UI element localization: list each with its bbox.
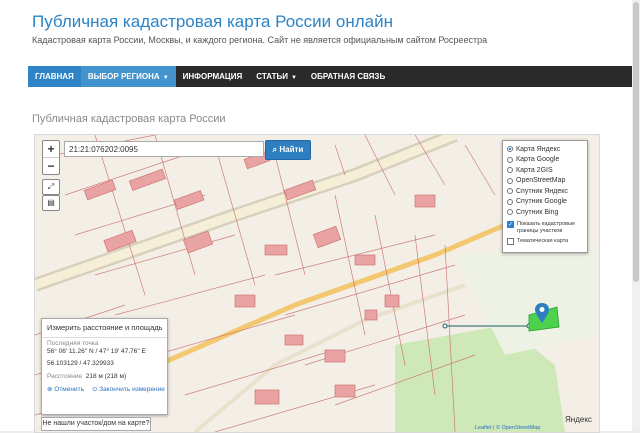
cadastral-map[interactable]: + − ⤢ ▤ 21:21:076202:0095 ⌕ Найти Карта … (34, 134, 600, 433)
search-icon: ⌕ (272, 145, 278, 154)
map-attribution[interactable]: Leaflet | © OpenStreetMap (475, 425, 540, 431)
nav-articles[interactable]: СТАТЬИ ▼ (249, 66, 304, 87)
layer-switcher: Карта Яндекс Карта Google Карта 2GIS Ope… (502, 140, 588, 253)
nav-region[interactable]: ВЫБОР РЕГИОНА ▼ (80, 66, 176, 87)
radio-icon (507, 209, 513, 216)
measure-panel: Измерить расстояние и площадь Последняя … (41, 318, 168, 415)
page-scrollbar[interactable] (632, 0, 640, 431)
layer-label: Спутник Яндекс (516, 187, 568, 195)
radio-icon (507, 188, 513, 195)
location-pin-icon[interactable] (535, 303, 549, 323)
page: Публичная кадастровая карта России онлай… (0, 0, 632, 433)
radio-icon (507, 198, 513, 205)
zoom-out-button[interactable]: − (43, 158, 59, 174)
nav-articles-label: СТАТЬИ (256, 72, 288, 81)
cancel-measure-button[interactable]: ⊗ Отменить (47, 385, 84, 393)
layer-google-sat[interactable]: Спутник Google (507, 197, 583, 208)
nav-info-label: ИНФОРМАЦИЯ (182, 72, 243, 81)
site-subtitle: Кадастровая карта России, Москвы, и кажд… (32, 35, 488, 45)
check-icon: ⊙ (91, 386, 98, 393)
nav-region-label: ВЫБОР РЕГИОНА (87, 72, 160, 81)
layer-label: Спутник Google (516, 198, 567, 206)
section-title: Публичная кадастровая карта России (32, 113, 226, 125)
main-navbar: ГЛАВНАЯ ВЫБОР РЕГИОНА ▼ ИНФОРМАЦИЯ СТАТЬИ… (28, 66, 632, 87)
site-title[interactable]: Публичная кадастровая карта России онлай… (32, 12, 393, 32)
checkbox-icon (507, 237, 514, 245)
cadastral-borders-label: Показать кадастровые границы участков (517, 220, 576, 234)
cancel-label: Отменить (54, 386, 84, 393)
provider-logo: Яндекс (565, 415, 592, 424)
layer-yandex-sat[interactable]: Спутник Яндекс (507, 186, 583, 197)
nav-info[interactable]: ИНФОРМАЦИЯ (176, 66, 250, 87)
nav-feedback-label: ОБРАТНАЯ СВЯЗЬ (310, 72, 386, 81)
layer-google-map[interactable]: Карта Google (507, 155, 583, 166)
radio-icon (507, 167, 513, 174)
layer-bing-sat[interactable]: Спутник Bing (507, 207, 583, 218)
cancel-icon: ⊗ (47, 386, 53, 393)
measure-actions: ⊗ Отменить ⊙ Закончить измерение (42, 381, 167, 393)
nav-feedback[interactable]: ОБРАТНАЯ СВЯЗЬ (304, 66, 392, 87)
distance-row: Расстояние 218 м (218 м) (42, 372, 167, 381)
search-button-label: Найти (279, 145, 304, 154)
chevron-down-icon: ▼ (290, 75, 297, 81)
thematic-map-toggle[interactable]: Тематическая карта (507, 237, 583, 245)
layer-label: Карта Яндекс (516, 145, 561, 153)
distance-label: Расстояние (47, 373, 83, 380)
search-input[interactable]: 21:21:076202:0095 (64, 141, 264, 157)
zoom-controls: + − (42, 140, 60, 175)
scrollbar-thumb[interactable] (633, 2, 639, 282)
layer-yandex-map[interactable]: Карта Яндекс (507, 144, 583, 155)
radio-icon (507, 177, 513, 184)
last-point-label: Последняя точка (47, 340, 99, 347)
finish-measure-button[interactable]: ⊙ Закончить измерение (92, 385, 165, 393)
thematic-map-label: Тематическая карта (517, 237, 569, 244)
coords-dms: 56° 06' 11.26'' N / 47° 19' 47.76'' E (47, 348, 146, 355)
layer-label: Спутник Bing (516, 208, 559, 216)
not-found-button[interactable]: Не нашли участок/дом на карте? (41, 417, 151, 431)
layer-2gis-map[interactable]: Карта 2GIS (507, 165, 583, 176)
print-icon[interactable]: ▤ (42, 195, 60, 211)
fullscreen-icon[interactable]: ⤢ (42, 179, 60, 195)
radio-icon (507, 156, 513, 163)
nav-home[interactable]: ГЛАВНАЯ (28, 66, 81, 87)
chevron-down-icon: ▼ (162, 75, 169, 81)
layer-label: Карта 2GIS (516, 166, 553, 174)
search-button[interactable]: ⌕ Найти (265, 140, 311, 160)
checkbox-icon: ✓ (507, 220, 514, 228)
radio-icon (507, 146, 513, 153)
cadastral-borders-toggle[interactable]: ✓ Показать кадастровые границы участков (507, 220, 583, 235)
layer-osm[interactable]: OpenStreetMap (507, 176, 583, 187)
coords-decimal: 56.103129 / 47.329933 (47, 360, 114, 367)
measure-title: Измерить расстояние и площадь (42, 319, 167, 338)
layer-label: Карта Google (516, 156, 560, 164)
distance-value: 218 м (218 м) (85, 373, 127, 380)
zoom-in-button[interactable]: + (43, 141, 59, 158)
nav-home-label: ГЛАВНАЯ (35, 72, 74, 81)
layer-label: OpenStreetMap (516, 177, 566, 185)
finish-label: Закончить измерение (99, 386, 165, 393)
